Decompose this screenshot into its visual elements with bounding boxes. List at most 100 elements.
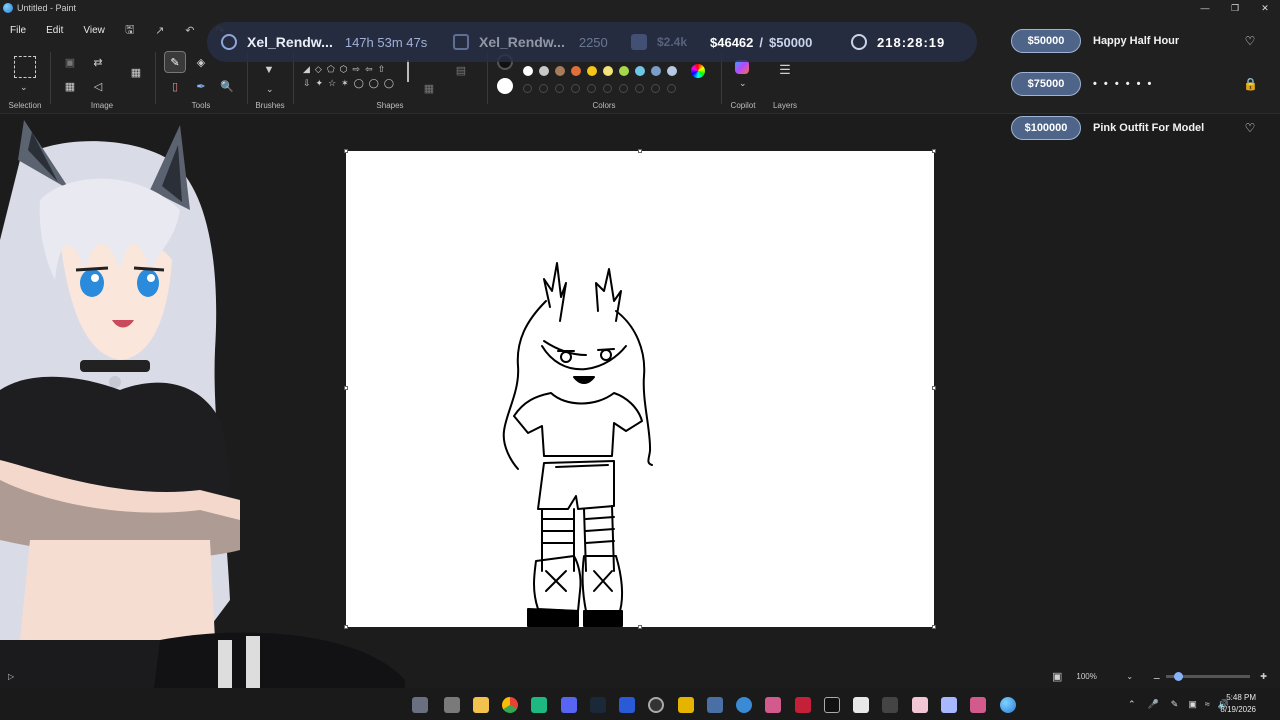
title-bar: Untitled - Paint — ❐ ✕ (0, 0, 1280, 16)
discord-icon[interactable] (561, 697, 577, 713)
notepad-icon[interactable] (853, 697, 869, 713)
zoom-out-icon[interactable]: ⚊ (1153, 672, 1160, 681)
palette-blue[interactable] (651, 66, 661, 76)
shapes-row-2[interactable]: ⇩✦☆✶◯◯◯ (303, 78, 399, 89)
chevron-down-icon[interactable]: ⌄ (20, 82, 28, 93)
palette-light-yellow[interactable] (603, 66, 613, 76)
app-icon[interactable] (912, 697, 928, 713)
copilot-group-label: Copilot (730, 101, 756, 110)
crop-icon[interactable]: ▣ (60, 52, 80, 72)
brush-icon[interactable]: ▼ (259, 60, 279, 80)
image-options-icon[interactable]: ▦ (126, 62, 146, 82)
palette-yellow[interactable] (587, 66, 597, 76)
heart-icon: ♡ (1244, 34, 1256, 48)
shield-icon[interactable] (619, 697, 635, 713)
steam-icon[interactable] (590, 697, 606, 713)
pencil-icon[interactable]: ✎ (164, 51, 186, 73)
follower-name: Xel_Rendw... (247, 34, 333, 50)
app-icon[interactable] (707, 697, 723, 713)
file-explorer-icon[interactable] (473, 697, 489, 713)
goal-current: $46462 (710, 34, 754, 50)
clock-time: 5:48 PM (1226, 693, 1256, 702)
search-icon[interactable] (412, 697, 428, 713)
app-icon[interactable] (882, 697, 898, 713)
edit-colors-icon[interactable] (691, 64, 705, 78)
app-icon[interactable] (941, 697, 957, 713)
subathon-timer: 218:28:19 (851, 22, 945, 62)
magnifier-icon[interactable]: 🔍 (217, 76, 237, 96)
window-controls: — ❐ ✕ (1190, 0, 1280, 16)
sub-name: Xel_Rendw... (479, 34, 565, 50)
chrome-icon[interactable] (502, 697, 518, 713)
fit-to-window-icon[interactable]: ▣ (1052, 670, 1062, 683)
obs-icon[interactable] (648, 697, 664, 713)
selection-group: ⌄ Selection (0, 50, 50, 114)
flip-icon[interactable]: ◁ (88, 76, 108, 96)
zoom-level[interactable]: 100% (1076, 672, 1126, 681)
taskbar-clock[interactable]: 5:48 PM 8/19/2026 (1220, 692, 1256, 716)
minimize-button[interactable]: — (1190, 0, 1220, 16)
app-icon[interactable] (795, 697, 811, 713)
palette-gray[interactable] (539, 66, 549, 76)
status-bar: ▣ 100% ⌄ ⚊ ✚ (1040, 666, 1280, 686)
color-picker-icon[interactable]: ✒ (191, 76, 211, 96)
shapes-group-label: Shapes (376, 101, 404, 110)
palette-lime[interactable] (619, 66, 629, 76)
undo-icon[interactable]: ↶ (175, 24, 205, 37)
task-view-icon[interactable] (444, 697, 460, 713)
palette-sky[interactable] (635, 66, 645, 76)
menu-edit[interactable]: Edit (36, 25, 73, 36)
paint-icon[interactable] (1000, 697, 1016, 713)
palette-brown[interactable] (555, 66, 565, 76)
selection-icon[interactable] (14, 56, 36, 78)
secondary-color[interactable] (497, 78, 513, 94)
goal-amount: $75000 (1011, 72, 1081, 96)
fill-icon[interactable]: ◈ (191, 52, 211, 72)
palette-white[interactable] (523, 66, 533, 76)
save-icon[interactable]: 🖫 (115, 21, 145, 40)
app-icon[interactable] (765, 697, 781, 713)
palette-light-blue[interactable] (667, 66, 677, 76)
rotate-icon[interactable]: ▦ (60, 76, 80, 96)
chevron-down-icon[interactable]: ⌄ (266, 84, 274, 95)
app-icon[interactable] (678, 697, 694, 713)
fill-style-icon[interactable]: ▤ (451, 60, 471, 80)
menu-view[interactable]: View (73, 25, 115, 36)
wifi-icon[interactable]: ≈ (1205, 699, 1210, 709)
chevron-down-icon[interactable]: ⌄ (1126, 672, 1133, 681)
app-icon[interactable] (531, 697, 547, 713)
microphone-icon[interactable]: 🎤 (1148, 699, 1159, 710)
heart-icon: ♡ (1244, 121, 1256, 135)
capcut-icon[interactable] (824, 697, 840, 713)
shapes-row-1[interactable]: ◢◇⬠⬡⇨⇦⇧ (303, 64, 390, 75)
chevron-up-icon[interactable]: ⌃ (1128, 699, 1136, 710)
close-button[interactable]: ✕ (1250, 0, 1280, 16)
zoom-in-icon[interactable]: ✚ (1260, 672, 1267, 681)
menu-file[interactable]: File (0, 25, 36, 36)
share-icon[interactable]: ↗ (145, 24, 175, 37)
display-icon[interactable]: ▣ (1188, 699, 1197, 710)
goal-target: $50000 (769, 34, 813, 50)
vtuber-avatar (0, 120, 405, 720)
zoom-slider-thumb[interactable] (1174, 671, 1184, 681)
outline-icon[interactable]: ▦ (419, 78, 439, 98)
sub-count: 2250 (578, 34, 608, 50)
latest-follower: Xel_Rendw... 147h 53m 47s (221, 22, 427, 62)
goal-item: $75000 • • • • • • 🔒 (1011, 71, 1258, 97)
zoom-slider[interactable] (1166, 671, 1251, 681)
resize-icon[interactable]: ⇄ (88, 52, 108, 72)
layers-icon[interactable]: ☰ (775, 60, 795, 80)
app-icon[interactable] (736, 697, 752, 713)
pen-icon[interactable]: ✎ (1171, 699, 1179, 710)
goal-label: • • • • • • (1093, 78, 1154, 90)
app-icon[interactable] (970, 697, 986, 713)
maximize-button[interactable]: ❐ (1220, 0, 1250, 16)
chevron-down-icon[interactable]: ⌄ (739, 78, 747, 89)
clock-icon (851, 34, 867, 50)
clock-date: 8/19/2026 (1220, 705, 1256, 714)
copilot-icon[interactable] (735, 60, 749, 74)
drawing-canvas[interactable] (346, 151, 934, 627)
palette-orange[interactable] (571, 66, 581, 76)
plus-circle-icon (221, 34, 237, 50)
eraser-icon[interactable]: ▯ (165, 76, 185, 96)
